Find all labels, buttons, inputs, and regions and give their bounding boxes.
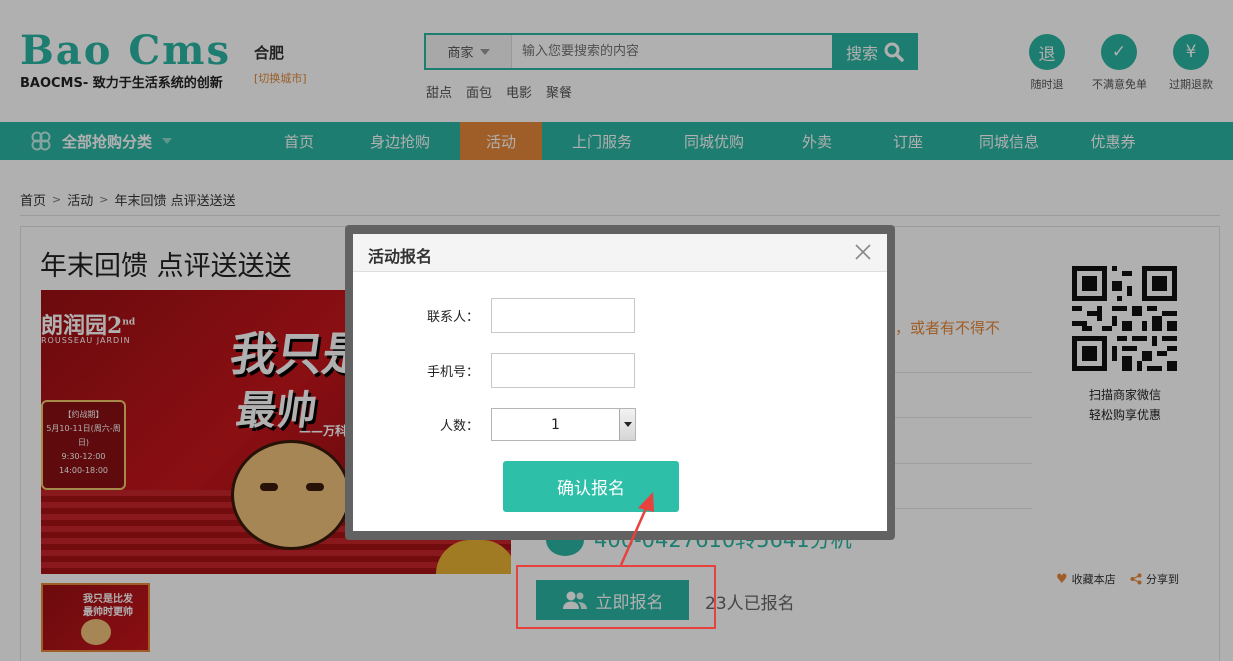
annotation-highlight-box [516,565,716,629]
people-count-value: 1 [551,416,560,433]
count-label: 人数： [439,419,479,434]
phone-number-field[interactable] [491,353,635,388]
count-row: 人数： 1 [353,408,636,441]
dialog-title: 活动报名 [368,247,433,266]
chevron-down-icon[interactable] [619,409,635,440]
phone-label: 手机号： [426,365,479,380]
activity-signup-dialog: 活动报名 联系人： 手机号： 人数： 1 确认报名 [353,234,887,531]
people-count-select[interactable]: 1 [491,408,636,441]
contact-name-field[interactable] [491,298,635,333]
phone-row: 手机号： [353,353,635,388]
contact-label: 联系人： [426,310,479,325]
dialog-header: 活动报名 [353,234,887,272]
close-icon[interactable] [853,242,873,262]
confirm-signup-button[interactable]: 确认报名 [503,461,679,512]
contact-row: 联系人： [353,298,635,333]
